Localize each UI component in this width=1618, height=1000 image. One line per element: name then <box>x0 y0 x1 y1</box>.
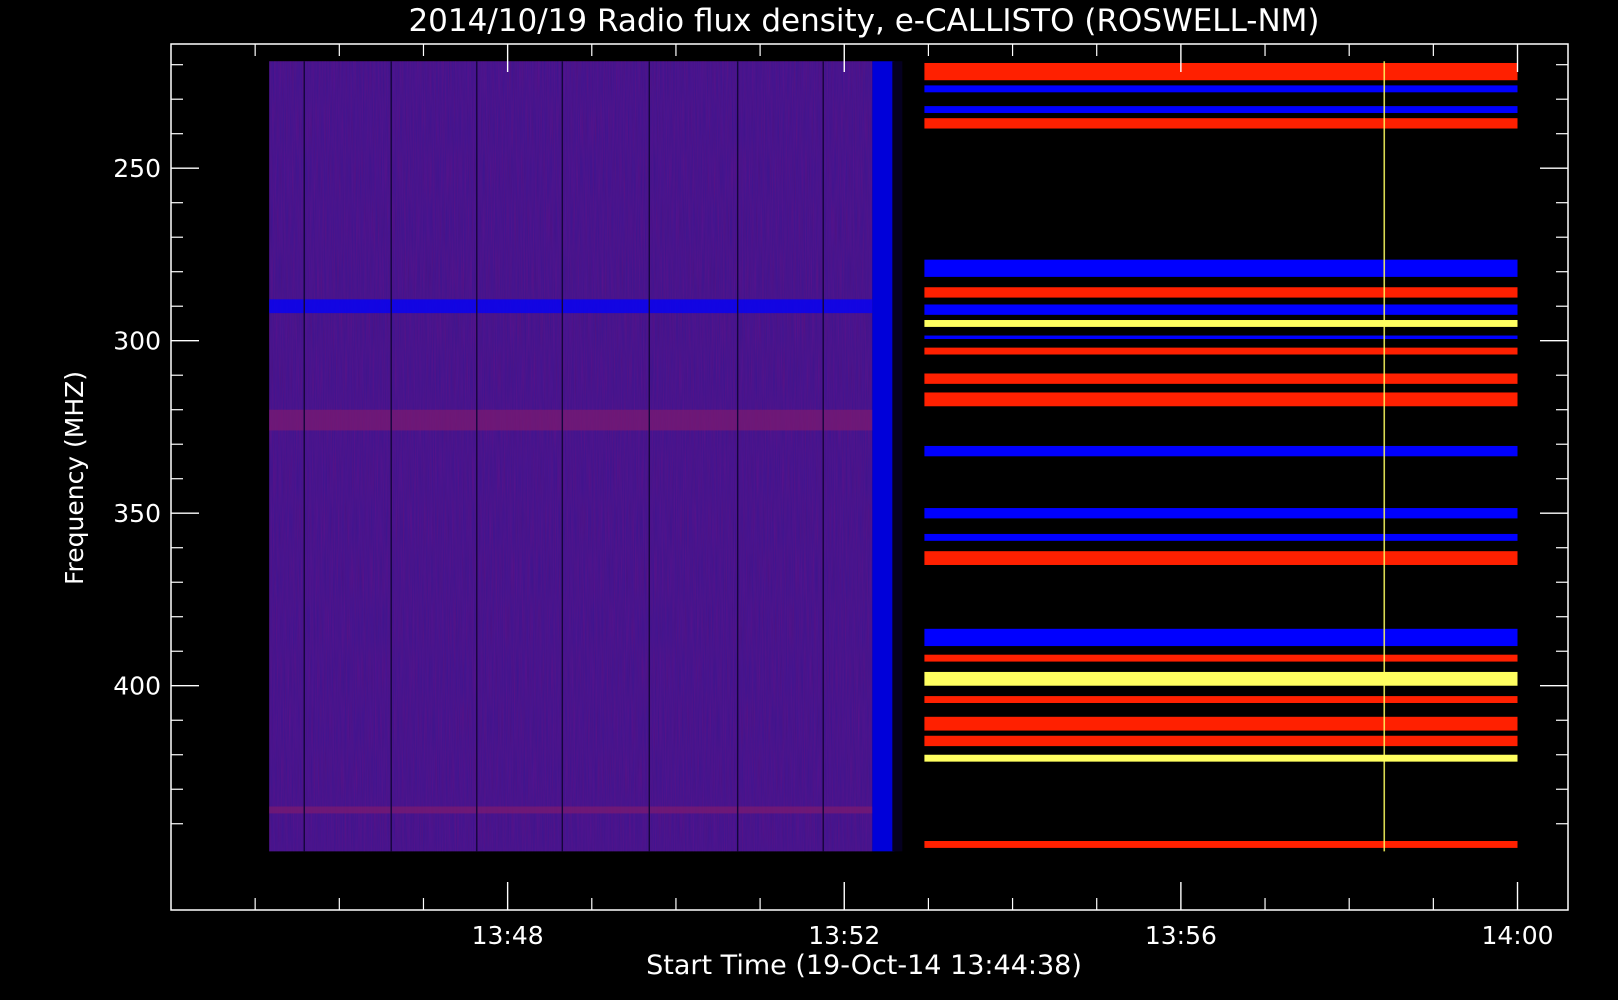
post-event-band <box>924 106 1518 114</box>
post-event-band <box>924 347 1518 355</box>
post-event-band <box>924 735 1518 747</box>
pre-event-band <box>269 806 873 814</box>
x-tick-label: 13:56 <box>1145 921 1217 950</box>
post-event-band <box>924 628 1518 647</box>
post-event-band <box>924 445 1518 457</box>
x-tick-label: 13:52 <box>808 921 880 950</box>
post-event-band <box>924 259 1518 277</box>
post-event-band <box>924 754 1518 762</box>
post-event-band <box>924 551 1518 565</box>
y-tick-label: 400 <box>113 672 161 701</box>
pre-event-band <box>269 299 873 314</box>
spectrogram-chart: 2014/10/19 Radio flux density, e-CALLIST… <box>60 3 1569 981</box>
transition-gap <box>892 61 903 852</box>
post-event-band <box>924 85 1518 93</box>
pre-event-band <box>269 409 873 431</box>
post-event-band <box>924 671 1518 686</box>
post-event-band <box>924 533 1518 541</box>
transition-strip <box>872 61 895 852</box>
y-tick-label: 350 <box>113 499 161 528</box>
post-event-band <box>924 508 1518 519</box>
post-event-band <box>924 716 1518 731</box>
x-tick-label: 14:00 <box>1481 921 1553 950</box>
post-event-band <box>924 320 1518 327</box>
y-tick-label: 300 <box>113 327 161 356</box>
post-event-band <box>924 392 1518 407</box>
post-event-band <box>924 654 1518 662</box>
post-event-band <box>924 335 1518 339</box>
post-event-band <box>924 287 1518 298</box>
pre-event-texture <box>269 61 873 852</box>
post-event-band <box>924 696 1518 703</box>
post-event-band <box>924 118 1518 129</box>
post-event-band <box>924 62 1518 81</box>
post-event-band <box>924 304 1518 315</box>
y-axis-label: Frequency (MHZ) <box>60 371 89 585</box>
chart-title: 2014/10/19 Radio flux density, e-CALLIST… <box>408 3 1319 39</box>
post-event-band <box>924 373 1518 384</box>
post-event-region <box>928 61 1518 852</box>
post-event-band <box>924 840 1518 848</box>
y-tick-label: 250 <box>113 154 161 183</box>
heatmap-layer <box>269 61 1518 852</box>
x-tick-label: 13:48 <box>472 921 544 950</box>
x-axis-label: Start Time (19-Oct-14 13:44:38) <box>646 950 1082 981</box>
